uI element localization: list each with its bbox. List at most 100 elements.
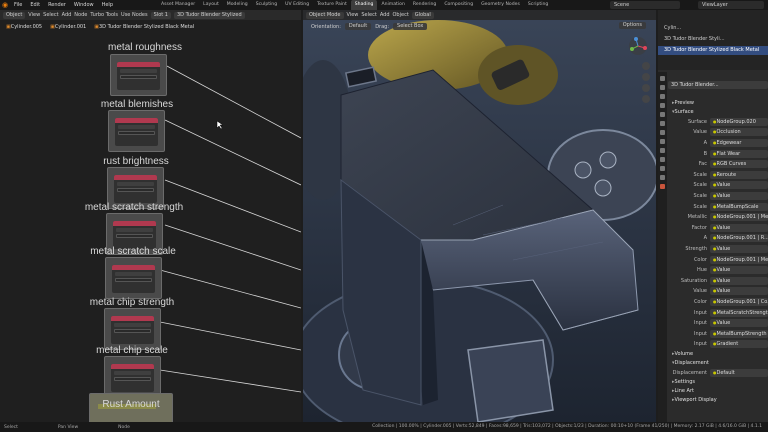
modifier-tab-icon[interactable] bbox=[660, 139, 665, 144]
prop-socket-field[interactable]: RGB Curves bbox=[710, 160, 768, 169]
menu-render[interactable]: Render bbox=[44, 0, 70, 10]
tab-scripting[interactable]: Scripting bbox=[524, 0, 552, 10]
prop-socket-field[interactable]: MetalScratchStrength bbox=[710, 308, 768, 317]
surface-input-row: ColorNodeGroup.001 | Co... bbox=[668, 297, 768, 308]
menu-file[interactable]: File bbox=[10, 0, 26, 10]
tool-tab-icon[interactable] bbox=[660, 76, 665, 81]
tab-animation[interactable]: Animation bbox=[377, 0, 408, 10]
prop-socket-field[interactable]: Occlusion bbox=[710, 128, 768, 137]
surface-input-row: ScaleValue bbox=[668, 180, 768, 191]
blender-logo-icon[interactable]: ◉ bbox=[0, 0, 10, 10]
menu-edit[interactable]: Edit bbox=[26, 0, 44, 10]
drag-dropdown[interactable]: Select Box bbox=[393, 23, 428, 30]
tab-shading[interactable]: Shading bbox=[350, 0, 378, 10]
surface-input-row: ScaleReroute bbox=[668, 170, 768, 181]
value-node[interactable] bbox=[108, 110, 165, 152]
shader-node-editor[interactable]: Object View Select Add Node Turbo Tools … bbox=[0, 10, 301, 422]
menu-view[interactable]: View bbox=[347, 12, 359, 18]
properties-tabs bbox=[658, 72, 667, 422]
view-layer-selector[interactable]: ViewLayer bbox=[698, 1, 764, 9]
prop-socket-field[interactable]: Value bbox=[710, 245, 768, 254]
tab-layout[interactable]: Layout bbox=[199, 0, 223, 10]
grid-icon[interactable] bbox=[642, 95, 650, 103]
prop-socket-field[interactable]: NodeGroup.001 | Co... bbox=[710, 297, 768, 306]
menu-add[interactable]: Add bbox=[380, 12, 390, 18]
menu-help[interactable]: Help bbox=[98, 0, 117, 10]
section-displacement[interactable]: Displacement bbox=[668, 359, 768, 368]
prop-socket-field[interactable]: Value bbox=[710, 266, 768, 275]
pan-hand-icon[interactable] bbox=[642, 73, 650, 81]
tab-geometry-nodes[interactable]: Geometry Nodes bbox=[477, 0, 524, 10]
tab-asset-manager[interactable]: Asset Manager bbox=[157, 0, 199, 10]
prop-label: Hue bbox=[696, 267, 707, 274]
outliner-item[interactable]: Cylin... bbox=[658, 24, 768, 33]
prop-socket-field[interactable]: Gradient bbox=[710, 340, 768, 349]
value-node[interactable] bbox=[105, 257, 162, 299]
prop-socket-field[interactable]: MetalBumpStrength bbox=[710, 329, 768, 338]
tab-sculpting[interactable]: Sculpting bbox=[252, 0, 281, 10]
surface-input-row: ValueValue bbox=[668, 286, 768, 297]
object-mode-dropdown[interactable]: Object Mode bbox=[306, 11, 344, 19]
prop-socket-field[interactable]: Value bbox=[710, 287, 768, 296]
physics-tab-icon[interactable] bbox=[660, 157, 665, 162]
section-line-art[interactable]: Line Art bbox=[668, 387, 768, 396]
prop-socket-field[interactable]: NodeGroup.001 | Me... bbox=[710, 255, 768, 264]
value-node[interactable] bbox=[104, 356, 161, 398]
prop-socket-field[interactable]: Value bbox=[710, 192, 768, 201]
hint-pan-view: Pan View bbox=[57, 424, 79, 430]
material-tab-icon[interactable] bbox=[660, 184, 665, 189]
surface-input-row: InputValue bbox=[668, 318, 768, 329]
prop-socket-field[interactable]: Edgewear bbox=[710, 139, 768, 148]
prop-socket-field[interactable]: Value bbox=[710, 276, 768, 285]
particles-tab-icon[interactable] bbox=[660, 148, 665, 153]
data-tab-icon[interactable] bbox=[660, 175, 665, 180]
tab-compositing[interactable]: Compositing bbox=[440, 0, 477, 10]
surface-input-row: ValueOcclusion bbox=[668, 127, 768, 138]
prop-socket-field[interactable]: NodeGroup.020 bbox=[710, 117, 768, 126]
surface-input-row: FacRGB Curves bbox=[668, 159, 768, 170]
tab-modeling[interactable]: Modeling bbox=[223, 0, 252, 10]
section-settings[interactable]: Settings bbox=[668, 378, 768, 387]
camera-icon[interactable] bbox=[642, 84, 650, 92]
prop-socket-field[interactable]: Default bbox=[710, 368, 768, 377]
prop-label: Value bbox=[693, 288, 707, 295]
value-node[interactable] bbox=[104, 308, 161, 350]
3d-viewport[interactable]: Object Mode View Select Add Object Globa… bbox=[303, 10, 656, 422]
options-button[interactable]: Options bbox=[618, 22, 646, 29]
render-tab-icon[interactable] bbox=[660, 85, 665, 90]
navigation-gizmo-icon[interactable] bbox=[628, 36, 648, 56]
transform-orientation-dropdown[interactable]: Global bbox=[411, 11, 434, 19]
output-tab-icon[interactable] bbox=[660, 94, 665, 99]
object-tab-icon[interactable] bbox=[660, 130, 665, 135]
tab-texture-paint[interactable]: Texture Paint bbox=[313, 0, 351, 10]
material-slot-field[interactable]: 3D Tudor Blender... bbox=[668, 81, 768, 90]
section-preview[interactable]: Preview bbox=[668, 99, 768, 108]
view-layer-tab-icon[interactable] bbox=[660, 103, 665, 108]
menu-window[interactable]: Window bbox=[70, 0, 98, 10]
prop-socket-field[interactable]: Reroute bbox=[710, 170, 768, 179]
section-surface[interactable]: Surface bbox=[668, 108, 768, 117]
menu-select[interactable]: Select bbox=[361, 12, 376, 18]
outliner-item-selected[interactable]: 3D Tudor Blender Stylized Black Metal bbox=[658, 46, 768, 55]
prop-socket-field[interactable]: MetalBumpScale bbox=[710, 202, 768, 211]
value-node[interactable] bbox=[110, 54, 167, 96]
section-viewport-display[interactable]: Viewport Display bbox=[668, 396, 768, 405]
prop-socket-field[interactable]: NodeGroup.001 | R... bbox=[710, 234, 768, 243]
tab-rendering[interactable]: Rendering bbox=[409, 0, 440, 10]
prop-socket-field[interactable]: Flat Wear bbox=[710, 149, 768, 158]
menu-object[interactable]: Object bbox=[393, 12, 409, 18]
scene-selector[interactable]: Scene bbox=[610, 1, 680, 9]
section-volume[interactable]: Volume bbox=[668, 350, 768, 359]
constraints-tab-icon[interactable] bbox=[660, 166, 665, 171]
prop-socket-field[interactable]: NodeGroup.001 | Me... bbox=[710, 213, 768, 222]
surface-input-row: ScaleMetalBumpScale bbox=[668, 201, 768, 212]
prop-socket-field[interactable]: Value bbox=[710, 319, 768, 328]
tab-uv-editing[interactable]: UV Editing bbox=[281, 0, 313, 10]
world-tab-icon[interactable] bbox=[660, 121, 665, 126]
outliner-item[interactable]: 3D Tudor Blender Styli... bbox=[658, 35, 768, 44]
prop-socket-field[interactable]: Value bbox=[710, 223, 768, 232]
scene-tab-icon[interactable] bbox=[660, 112, 665, 117]
zoom-icon[interactable] bbox=[642, 62, 650, 70]
prop-socket-field[interactable]: Value bbox=[710, 181, 768, 190]
orientation-dropdown[interactable]: Default bbox=[344, 23, 372, 30]
